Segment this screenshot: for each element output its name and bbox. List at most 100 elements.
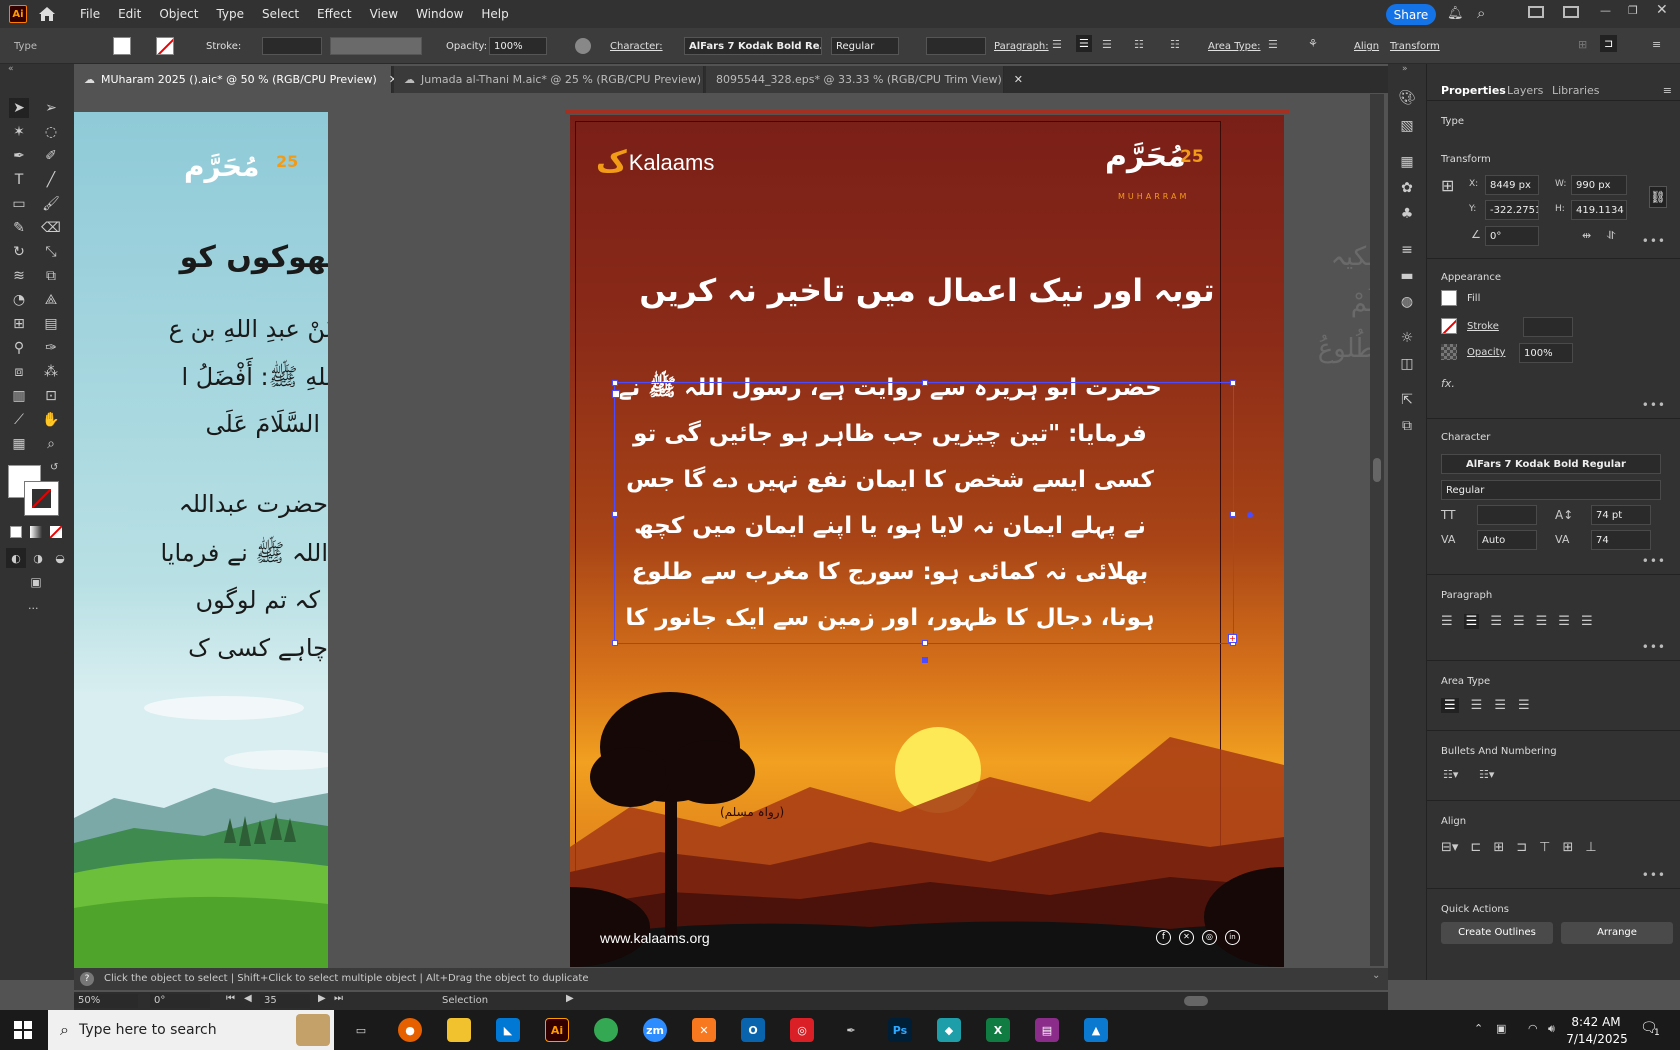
menu-type[interactable]: Type <box>207 7 253 21</box>
align-left-icon[interactable]: ☰ <box>1441 614 1453 629</box>
transform-link[interactable]: Transform <box>1390 41 1440 52</box>
app-icon[interactable]: ◆ <box>937 1018 961 1042</box>
menu-edit[interactable]: Edit <box>109 7 150 21</box>
in-port-icon[interactable] <box>612 390 620 398</box>
scroll-up-icon[interactable]: ⌄ <box>1372 970 1380 981</box>
collapse-icon[interactable]: « <box>8 64 14 74</box>
draw-normal-icon[interactable]: ◐ <box>6 548 26 568</box>
puppet-icon[interactable]: ⚘ <box>1308 37 1318 50</box>
area-type-icon[interactable]: ☰ <box>1268 38 1278 51</box>
menu-effect[interactable]: Effect <box>308 7 361 21</box>
artboard-tool-icon[interactable]: ⊡ <box>41 386 61 406</box>
gradient-mode-icon[interactable] <box>30 526 42 538</box>
area-type-label[interactable]: Area Type: <box>1208 41 1261 52</box>
tab-muharam[interactable]: ☁ MUharam 2025 ().aic* @ 50 % (RGB/CPU P… <box>74 66 398 93</box>
width-tool-icon[interactable]: ≋ <box>9 266 29 286</box>
windows-start-icon[interactable] <box>14 1021 32 1039</box>
search-icon[interactable]: ⌕ <box>1477 4 1485 22</box>
artboard-number-field[interactable]: 35 <box>260 994 310 1008</box>
font-size-field[interactable] <box>1477 505 1537 525</box>
character-label[interactable]: Character: <box>610 41 663 52</box>
area-type-top-icon[interactable]: ☰ <box>1441 698 1459 713</box>
panel-toggle-icon[interactable]: ⊐ <box>1600 35 1618 52</box>
file-explorer-icon[interactable] <box>447 1018 471 1042</box>
slice-tool-icon[interactable]: ⟋ <box>9 410 29 430</box>
photos-icon[interactable]: ▲ <box>1084 1018 1108 1042</box>
opacity-label[interactable]: Opacity <box>1467 347 1505 358</box>
tracking-field[interactable]: 74 <box>1591 530 1651 550</box>
vertical-scrollbar[interactable] <box>1370 94 1384 966</box>
area-type-center-icon[interactable]: ☰ <box>1471 698 1483 713</box>
clock-date[interactable]: 7/14/2025 <box>1566 1032 1628 1046</box>
font-size-field[interactable] <box>926 37 986 55</box>
brush-field[interactable] <box>330 37 422 55</box>
transparency-panel-icon[interactable]: ◍ <box>1397 292 1417 312</box>
menu-window[interactable]: Window <box>407 7 472 21</box>
swap-colors-icon[interactable]: ↺ <box>50 462 58 473</box>
zoom-icon[interactable]: zm <box>643 1018 667 1042</box>
recolor-icon[interactable] <box>575 38 591 54</box>
mesh-icon[interactable]: ⊞ <box>9 314 29 334</box>
excel-icon[interactable]: X <box>986 1018 1010 1042</box>
shaper-icon[interactable]: ✎ <box>9 218 29 238</box>
line-tool-icon[interactable]: ╱ <box>41 170 61 190</box>
opacity-field[interactable]: 100% <box>489 37 547 55</box>
align-center-icon[interactable]: ☰ <box>1076 35 1092 52</box>
menu-view[interactable]: View <box>361 7 407 21</box>
hand-tool-icon[interactable]: ✋ <box>41 410 61 430</box>
tab-libraries[interactable]: Libraries <box>1552 84 1600 97</box>
font-family-field[interactable]: AlFars 7 Kodak Bold Regular <box>1441 454 1661 474</box>
scroll-thumb[interactable] <box>1373 458 1381 482</box>
firefox-icon[interactable]: ● <box>398 1018 422 1042</box>
lasso-icon[interactable]: ◌ <box>41 122 61 142</box>
align-to-icon[interactable]: ⊟▾ <box>1441 840 1458 855</box>
draw-behind-icon[interactable]: ◑ <box>28 548 48 568</box>
scale-icon[interactable]: ⤡ <box>41 242 61 262</box>
graphic-styles-panel-icon[interactable]: ◫ <box>1397 354 1417 374</box>
libraries-panel-icon[interactable]: ▧ <box>1397 116 1417 136</box>
rectangle-tool-icon[interactable]: ▭ <box>9 194 29 214</box>
isolate-icon[interactable]: ⊞ <box>1578 38 1587 51</box>
print-tiling-icon[interactable]: ▦ <box>9 434 29 454</box>
fill-swatch[interactable] <box>113 37 131 55</box>
export-panel-icon[interactable]: ⇱ <box>1397 390 1417 410</box>
tab-layers[interactable]: Layers <box>1507 84 1543 97</box>
numbering-icon[interactable]: ☷▾ <box>1479 768 1494 781</box>
stroke-swatch[interactable] <box>1441 318 1457 334</box>
stroke-panel-icon[interactable]: ≡ <box>1397 240 1417 260</box>
x-field[interactable]: 8449 px <box>1485 175 1539 195</box>
flip-vertical-icon[interactable]: ⥯ <box>1607 229 1615 243</box>
paintbrush-icon[interactable]: 🖌︎ <box>41 194 61 214</box>
menu-object[interactable]: Object <box>150 7 207 21</box>
tab-eps[interactable]: 8095544_328.eps* @ 33.33 % (RGB/CPU Trim… <box>706 66 1023 93</box>
tray-app-icon[interactable]: ▣ <box>1496 1022 1506 1035</box>
pen-tool-icon[interactable]: ✒ <box>9 146 29 166</box>
blend-icon[interactable]: ⧈ <box>9 362 29 382</box>
area-type-justify-icon[interactable]: ☰ <box>1518 698 1530 713</box>
measure-icon[interactable]: ✑ <box>41 338 61 358</box>
paragraph-label[interactable]: Paragraph: <box>994 41 1049 52</box>
menu-icon[interactable]: ≡ <box>1652 38 1661 51</box>
taskbar-search-box[interactable]: ⌕ Type here to search <box>48 1010 334 1050</box>
scroll-thumb[interactable] <box>1184 996 1208 1006</box>
width-field[interactable]: 990 px <box>1571 175 1627 195</box>
align-h-center-icon[interactable]: ⊞ <box>1493 840 1504 855</box>
eyedropper-icon[interactable]: ⚲ <box>9 338 29 358</box>
align-top-edges-icon[interactable]: ⊤ <box>1539 840 1550 855</box>
more-options-icon[interactable]: ••• <box>1642 868 1666 882</box>
selection-bounding-box[interactable]: + <box>612 380 1253 663</box>
xampp-icon[interactable]: ✕ <box>692 1018 716 1042</box>
close-icon[interactable]: ✕ <box>1656 2 1668 18</box>
vscode-icon[interactable]: ◣ <box>496 1018 520 1042</box>
zoom-field[interactable]: 50% <box>74 994 138 1008</box>
align-bottom-edges-icon[interactable]: ⊥ <box>1585 840 1596 855</box>
type-tool-icon[interactable]: T <box>9 170 29 190</box>
workspace-icon[interactable] <box>1528 6 1544 18</box>
area-type-bottom-icon[interactable]: ☰ <box>1494 698 1506 713</box>
fill-swatch[interactable] <box>1441 290 1457 306</box>
more-options-icon[interactable]: ••• <box>1642 554 1666 568</box>
direct-selection-tool-icon[interactable]: ➢ <box>41 98 61 118</box>
color-mode-icon[interactable] <box>10 526 22 538</box>
horizontal-scrollbar[interactable] <box>584 996 1364 1006</box>
first-artboard-icon[interactable]: ⏮ <box>226 993 235 1004</box>
